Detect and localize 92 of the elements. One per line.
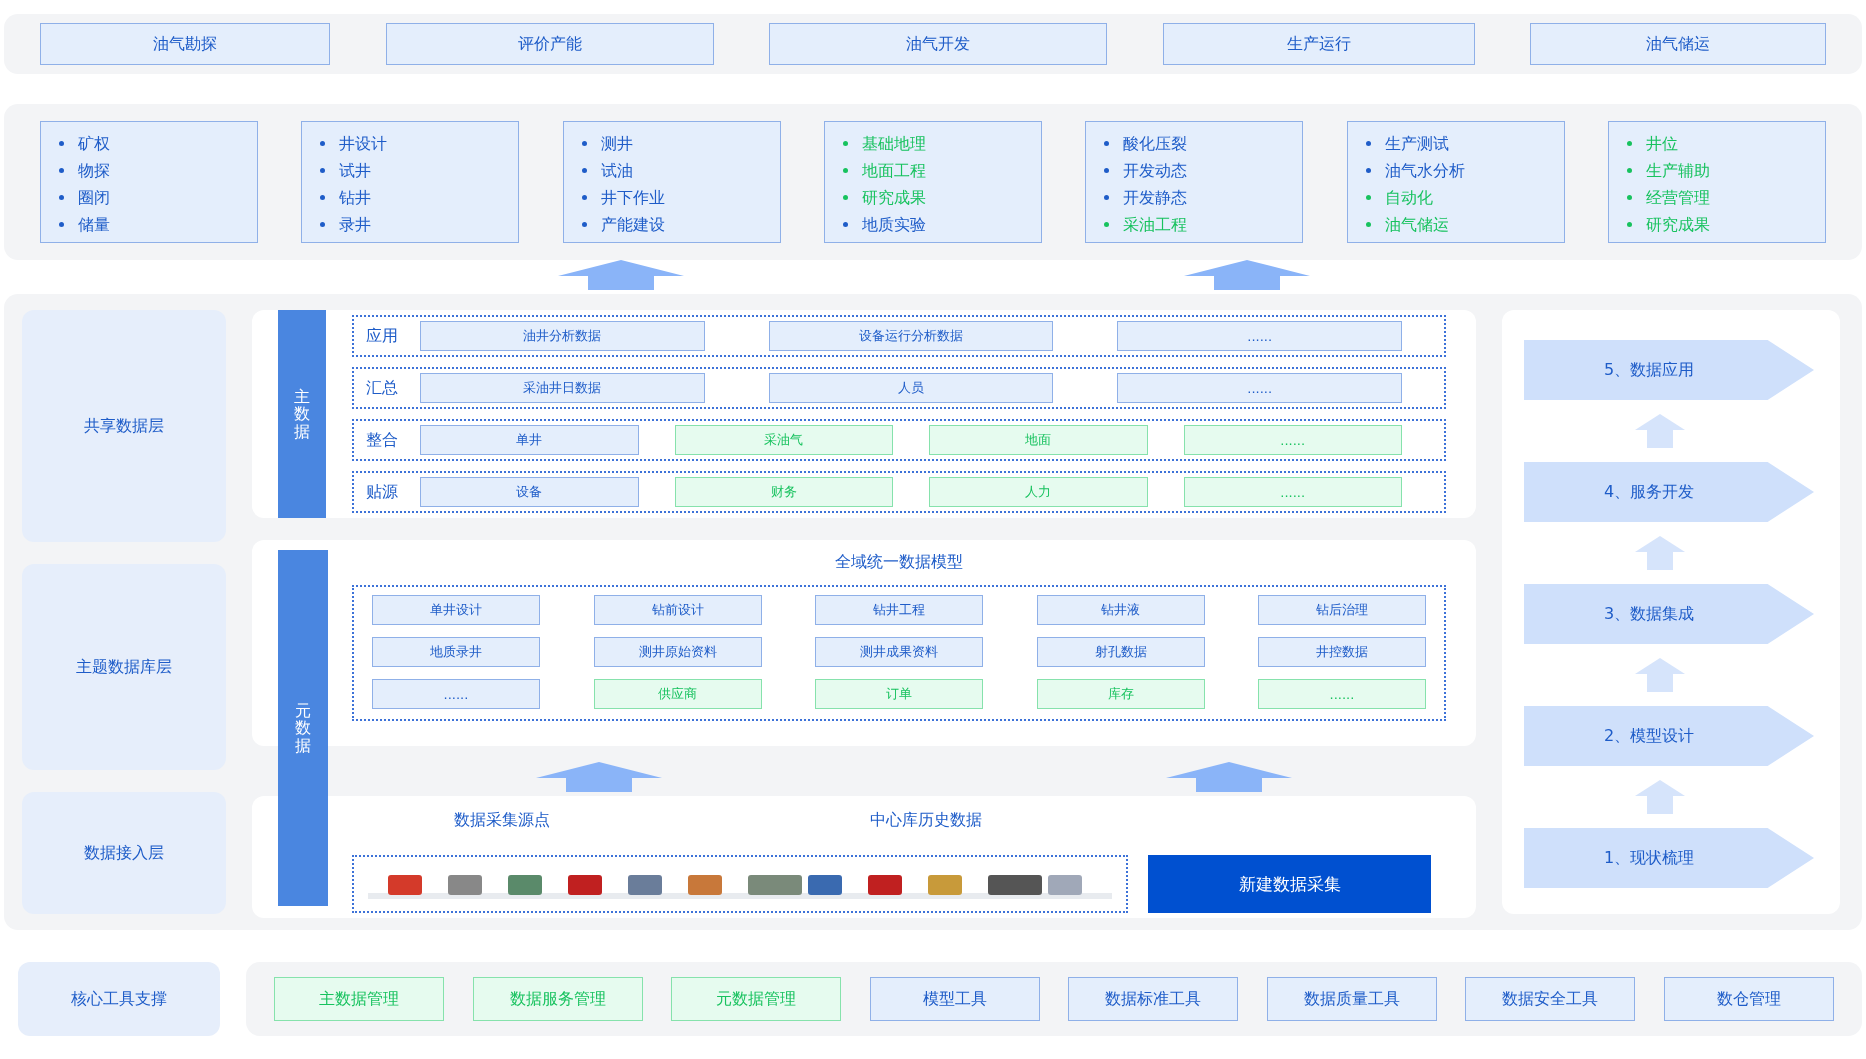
up-arrow-icon (1635, 658, 1685, 692)
data-cell: 单井 (420, 425, 639, 455)
category-item: 酸化压裂 (1104, 132, 1303, 155)
source-label: 中心库历史数据 (870, 810, 982, 831)
category-item: 地面工程 (843, 159, 1041, 182)
category-item: 研究成果 (843, 186, 1041, 209)
category-item: 经营管理 (1626, 186, 1825, 209)
model-cell: 钻前设计 (593, 595, 762, 625)
new-collection-button[interactable]: 新建数据采集 (1148, 855, 1431, 913)
category-item: 基础地理 (843, 132, 1041, 155)
up-arrow-icon (1184, 260, 1310, 290)
up-arrow-icon (1635, 780, 1685, 814)
data-cell: 地面 (929, 425, 1148, 455)
tool-box: 数仓管理 (1663, 977, 1834, 1021)
layer-label: 共享数据层 (22, 310, 226, 542)
model-cell: 测井原始资料 (593, 637, 762, 667)
tool-box: 数据质量工具 (1266, 977, 1437, 1021)
model-cell: 单井设计 (372, 595, 540, 625)
data-cell: 财务 (674, 477, 893, 507)
data-cell: ...... (1183, 477, 1402, 507)
tool-box: 数据安全工具 (1465, 977, 1636, 1021)
up-arrow-icon (558, 260, 684, 290)
category-item: 开发静态 (1104, 186, 1303, 209)
stage-box: 评价产能 (385, 23, 714, 65)
data-cell: ...... (1117, 373, 1402, 403)
model-cell: 钻井工程 (815, 595, 983, 625)
tool-box: 数据标准工具 (1068, 977, 1239, 1021)
category-item: 产能建设 (581, 213, 780, 236)
category-item: 矿权 (59, 132, 257, 155)
model-cell: 库存 (1036, 679, 1205, 709)
stage-box: 油气储运 (1530, 23, 1826, 65)
up-arrow-icon (1166, 762, 1292, 792)
layer-label: 主题数据库层 (22, 564, 226, 770)
category-item: 地质实验 (843, 213, 1041, 236)
model-cell: 钻后治理 (1258, 595, 1426, 625)
data-cell: 油井分析数据 (420, 321, 705, 351)
master-data-bar: 主数据 (278, 310, 326, 518)
category-item: 钻井 (320, 186, 519, 209)
data-cell: 设备运行分析数据 (768, 321, 1054, 351)
category-item: 采油工程 (1104, 213, 1303, 236)
model-cell: 钻井液 (1036, 595, 1205, 625)
layer-label: 数据接入层 (22, 792, 226, 914)
category-item: 储量 (59, 213, 257, 236)
model-cell: 射孔数据 (1036, 637, 1205, 667)
stage-box: 油气勘探 (40, 23, 330, 65)
model-cell: 订单 (815, 679, 983, 709)
up-arrow-icon (1635, 536, 1685, 570)
source-label: 数据采集源点 (454, 810, 550, 831)
data-cell: ...... (1117, 321, 1402, 351)
tier-label: 贴源 (366, 481, 399, 503)
up-arrow-icon (1635, 414, 1685, 448)
model-cell: 地质录井 (372, 637, 540, 667)
tool-box: 数据服务管理 (472, 977, 643, 1021)
category-item: 自动化 (1365, 186, 1564, 209)
category-item: 井下作业 (581, 186, 780, 209)
category-item: 试井 (320, 159, 519, 182)
category-item: 录井 (320, 213, 519, 236)
model-cell: 供应商 (593, 679, 762, 709)
model-cell: 测井成果资料 (815, 637, 983, 667)
model-cell: ...... (372, 679, 540, 709)
tool-box: 模型工具 (869, 977, 1040, 1021)
model-cell: ...... (1258, 679, 1426, 709)
tier-label: 整合 (366, 429, 399, 451)
tier-label: 汇总 (366, 377, 399, 399)
model-title: 全域统一数据模型 (835, 552, 963, 573)
category-item: 油气储运 (1365, 213, 1564, 236)
tier-label: 应用 (366, 325, 399, 347)
category-item: 物探 (59, 159, 257, 182)
category-item: 开发动态 (1104, 159, 1303, 182)
stage-box: 生产运行 (1162, 23, 1475, 65)
stage-box: 油气开发 (769, 23, 1107, 65)
category-item: 圈闭 (59, 186, 257, 209)
model-cell: 井控数据 (1258, 637, 1426, 667)
data-cell: 采油气 (674, 425, 893, 455)
tool-box: 主数据管理 (274, 977, 444, 1021)
metadata-bar: 元数据 (278, 550, 328, 906)
category-item: 井位 (1626, 132, 1825, 155)
tools-label: 核心工具支撑 (18, 962, 220, 1036)
data-cell: 人力 (929, 477, 1148, 507)
category-item: 生产辅助 (1626, 159, 1825, 182)
data-cell: 人员 (768, 373, 1054, 403)
category-item: 生产测试 (1365, 132, 1564, 155)
data-cell: 设备 (420, 477, 639, 507)
up-arrow-icon (536, 762, 662, 792)
category-item: 油气水分析 (1365, 159, 1564, 182)
data-cell: ...... (1183, 425, 1402, 455)
category-item: 测井 (581, 132, 780, 155)
category-item: 井设计 (320, 132, 519, 155)
category-item: 试油 (581, 159, 780, 182)
data-cell: 采油井日数据 (420, 373, 705, 403)
tool-box: 元数据管理 (671, 977, 842, 1021)
category-item: 研究成果 (1626, 213, 1825, 236)
